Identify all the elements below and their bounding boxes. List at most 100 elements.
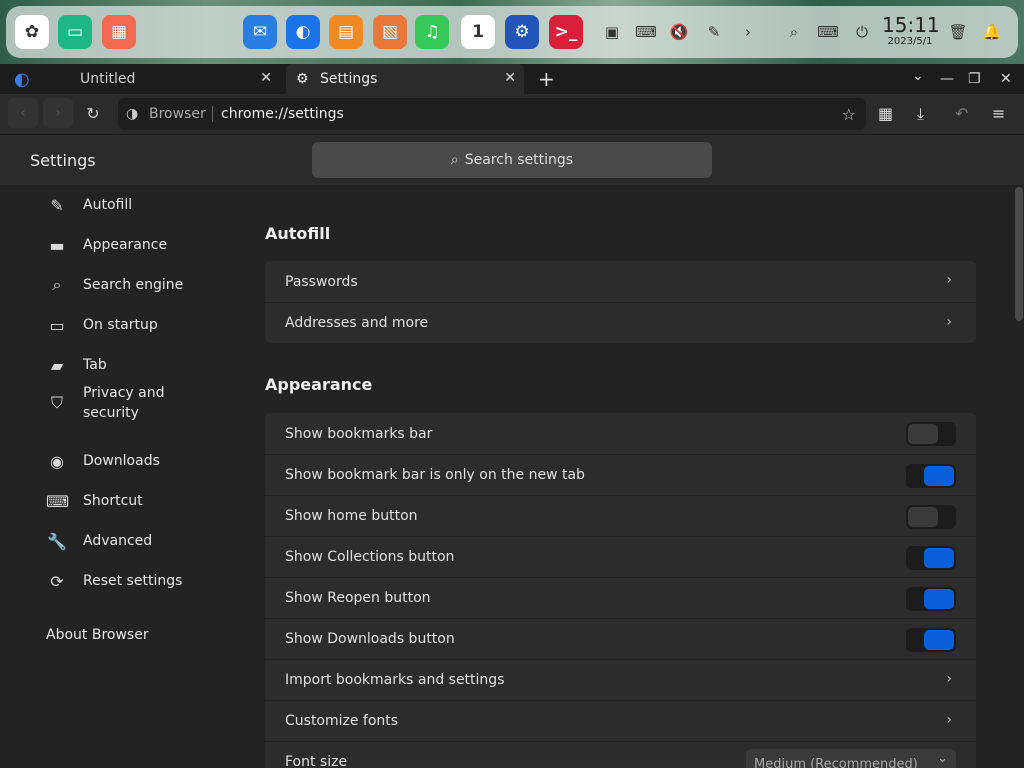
minimize-button[interactable]: — [940,71,954,87]
sidebar: ✎ Autofill ▬ Appearance ⌕ Search engine ▭ On st… [0,185,245,768]
keyboard-icon[interactable]: ⌨ [816,20,840,44]
toggle-knob [908,424,938,444]
addresses-row[interactable]: Addresses and more › [265,302,976,343]
url-text[interactable]: chrome://settings [221,106,344,122]
sidebar-item-label: Shortcut [83,493,143,509]
site-info-icon[interactable]: ◑ [126,106,138,122]
search-input[interactable]: ⌕ Search settings [312,142,712,178]
search-icon[interactable]: ⌕ [782,20,806,44]
appearance-card: Show bookmarks bar Show bookmark bar is o… [265,413,976,768]
pen-icon[interactable]: ✎ [702,20,726,44]
browser-icon[interactable]: ◐ [286,15,320,49]
downloads-icon[interactable]: ⤓ [917,104,924,124]
close-tab-icon[interactable]: ✕ [504,70,516,86]
source-label: Browser [149,106,206,122]
reopen-icon[interactable]: ↶ [955,104,968,123]
address-bar[interactable]: ◑ Browser chrome://settings ☆ [118,98,866,130]
forward-button[interactable]: › [43,98,73,128]
page-title: Settings [30,151,96,170]
row-label: Show Downloads button [285,631,455,647]
screenshot-icon[interactable]: ▣ [600,20,624,44]
sidebar-item-label: Tab [83,357,107,373]
reset-icon: ⟳ [50,571,64,591]
browser-logo-icon: ◐ [14,68,30,90]
toggle-switch[interactable] [906,505,956,529]
collections-icon[interactable]: ▦ [878,104,893,123]
font-size-select[interactable]: Medium (Recommended) ⌄ [746,749,956,768]
show-bookmarks-bar-row[interactable]: Show bookmarks bar [265,413,976,454]
import-bookmarks-row[interactable]: Import bookmarks and settings › [265,659,976,700]
terminal-icon[interactable]: >_ [549,15,583,49]
bookmark-star-icon[interactable]: ☆ [842,105,856,124]
toolbar: ‹ › ↻ ◑ Browser chrome://settings ☆ ▦ ⤓ … [0,94,1024,134]
music-icon[interactable]: ♫ [415,15,449,49]
chevron-right-icon: › [946,671,952,687]
tab-bar: ◐ Untitled ✕ ⚙ Settings ✕ + ⌄ — ❐ ✕ [0,64,1024,94]
chevron-down-icon: ⌄ [937,751,948,766]
sidebar-item-label: Appearance [83,237,168,253]
toggle-switch[interactable] [906,546,956,570]
trash-icon[interactable]: 🗑 [946,20,970,44]
toggle-switch[interactable] [906,422,956,446]
toggle-switch[interactable] [906,587,956,611]
calendar-icon[interactable]: 1 [461,15,495,49]
show-reopen-button-row[interactable]: Show Reopen button [265,577,976,618]
power-icon[interactable]: ⏻ [850,20,874,44]
bookmark-bar-new-tab-row[interactable]: Show bookmark bar is only on the new tab [265,454,976,495]
app-store-icon[interactable]: ▦ [102,15,136,49]
scrollbar-thumb[interactable] [1015,187,1023,321]
toggle-knob [924,466,954,486]
pencil-icon: ✎ [50,195,64,215]
launcher-icon[interactable]: ✿ [15,15,49,49]
sidebar-item-label: Advanced [83,533,153,549]
chevron-right-icon: › [946,712,952,728]
clock-date: 2023/5/1 [887,36,933,47]
section-heading-appearance: Appearance [265,375,373,394]
photos-icon[interactable]: ▧ [373,15,407,49]
chevron-right-icon[interactable]: › [736,20,760,44]
toggle-switch[interactable] [906,628,956,652]
show-home-button-row[interactable]: Show home button [265,495,976,536]
notification-bell-icon[interactable]: 🔔 [980,20,1004,44]
passwords-row[interactable]: Passwords › [265,261,976,302]
row-label: Passwords [285,273,358,290]
clock[interactable]: 15:11 2023/5/1 [882,14,940,48]
menu-icon[interactable]: ≡ [992,104,1005,123]
tab-list-dropdown-icon[interactable]: ⌄ [912,68,924,84]
download-icon: ◉ [50,451,64,471]
customize-fonts-row[interactable]: Customize fonts › [265,700,976,741]
scrollbar[interactable] [1015,185,1024,768]
volume-mute-icon[interactable]: 🔇 [667,20,691,44]
tab-settings[interactable]: ⚙ Settings ✕ [286,64,524,94]
row-label: Show bookmark bar is only on the new tab [285,467,585,483]
select-value: Medium (Recommended) [754,757,918,768]
font-size-row[interactable]: Font size Medium (Recommended) ⌄ [265,741,976,768]
folder-icon: ▰ [50,355,64,375]
settings-icon[interactable]: ⚙ [505,15,539,49]
autofill-card: Passwords › Addresses and more › [265,261,976,343]
taskbar: ✿ ▭ ▦ ✉ ◐ ▤ ▧ ♫ 1 ⚙ >_ ▣ ⌨ 🔇 ✎ › ⌕ ⌨ ⏻ 15:11 2023/5/1 🗑 🔔 [0,0,1024,64]
row-label: Addresses and more [285,315,429,331]
close-tab-icon[interactable]: ✕ [260,70,272,86]
back-button[interactable]: ‹ [8,98,38,128]
window-icon: ▭ [49,315,65,335]
row-label: Import bookmarks and settings [285,672,505,688]
show-downloads-button-row[interactable]: Show Downloads button [265,618,976,659]
mail-icon[interactable]: ✉ [243,15,277,49]
close-window-button[interactable]: ✕ [1000,71,1012,87]
row-label: Customize fonts [285,713,399,729]
file-manager-icon[interactable]: ▭ [58,15,92,49]
show-collections-button-row[interactable]: Show Collections button [265,536,976,577]
tab-untitled[interactable]: Untitled ✕ [40,64,280,94]
gear-icon: ⚙ [296,71,309,87]
settings-content: Autofill Passwords › Addresses and more › A… [245,185,1013,768]
keyboard-icon: ⌨ [46,491,70,511]
new-tab-button[interactable]: + [538,64,555,94]
toggle-switch[interactable] [906,464,956,488]
store-icon[interactable]: ▤ [329,15,363,49]
restore-button[interactable]: ❐ [968,71,981,87]
reload-button[interactable]: ↻ [78,98,108,128]
keyboard-layout-icon[interactable]: ⌨ [634,20,658,44]
sidebar-item-label: Downloads [83,453,160,469]
row-label: Show Reopen button [285,590,431,606]
